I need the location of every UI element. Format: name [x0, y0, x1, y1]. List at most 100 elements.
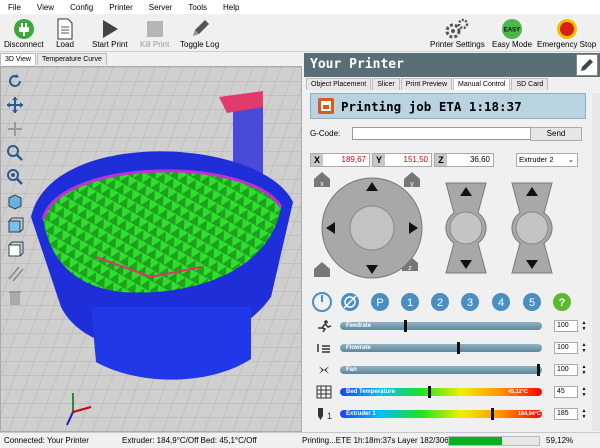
- progress-percent: 59,12%: [546, 436, 574, 445]
- view-tabs: 3D View Temperature Curve: [0, 53, 302, 65]
- printer-settings-button[interactable]: Printer Settings: [430, 18, 485, 49]
- 3d-scene: [1, 67, 301, 431]
- feedrate-value[interactable]: 100: [554, 320, 578, 332]
- home-xyz-icon[interactable]: [314, 262, 330, 277]
- bed-temp-spinner[interactable]: ▲ ▼: [580, 386, 588, 398]
- trash-icon[interactable]: [5, 287, 25, 307]
- macro-3-button[interactable]: 3: [461, 293, 479, 311]
- flowrate-value[interactable]: 100: [554, 342, 578, 354]
- menu-view[interactable]: View: [37, 3, 54, 12]
- tab-manual-control[interactable]: Manual Control: [453, 78, 511, 90]
- zoom-fit-icon[interactable]: [5, 167, 25, 187]
- menu-config[interactable]: Config: [70, 3, 93, 12]
- macro-5-label: 5: [529, 297, 535, 309]
- z-jog-pad[interactable]: [445, 182, 487, 274]
- svg-text:?: ?: [559, 297, 566, 309]
- help-icon[interactable]: ?: [553, 293, 571, 311]
- flowrate-knob[interactable]: [457, 342, 461, 354]
- macro-2-button[interactable]: 2: [431, 293, 449, 311]
- feedrate-label: Feedrate: [346, 323, 372, 329]
- gcode-input[interactable]: [352, 127, 539, 140]
- extruder-select[interactable]: Extruder 2 ⌄: [516, 153, 578, 167]
- menu-file[interactable]: File: [8, 3, 21, 12]
- tab-3d-view[interactable]: 3D View: [0, 53, 36, 65]
- disconnect-button[interactable]: Disconnect: [4, 18, 44, 49]
- move-icon[interactable]: [5, 95, 25, 115]
- start-print-button[interactable]: Start Print: [92, 18, 128, 49]
- easy-badge-text: EASY: [504, 28, 520, 34]
- macro-2-label: 2: [437, 297, 443, 309]
- move-object-icon[interactable]: [5, 119, 25, 139]
- extruder-nozzle-icon: 1: [318, 408, 332, 421]
- disconnect-label: Disconnect: [4, 40, 44, 49]
- load-button[interactable]: Load: [56, 18, 74, 49]
- extruder-temp-knob[interactable]: [491, 408, 495, 420]
- printer-panel: Your Printer Object Placement Slicer Pri…: [304, 53, 600, 432]
- toggle-log-button[interactable]: Toggle Log: [180, 18, 219, 49]
- tab-print-preview[interactable]: Print Preview: [400, 78, 452, 90]
- view-iso-icon[interactable]: [5, 191, 25, 211]
- flowrate-row: Flowrate 100 ▲ ▼: [308, 341, 592, 355]
- macro-4-button[interactable]: 4: [492, 293, 510, 311]
- z-coordinate: Z 36,60: [434, 153, 494, 167]
- macro-1-label: 1: [407, 297, 413, 309]
- coordinates: X 189,67 Y 151,50 Z 36,60: [310, 153, 494, 167]
- x-coordinate: X 189,67: [310, 153, 370, 167]
- view-front-icon[interactable]: [5, 215, 25, 235]
- kill-print-button[interactable]: Kill Print: [140, 18, 169, 49]
- status-bar: Connected: Your Printer Extruder: 184,9°…: [0, 432, 600, 448]
- emergency-stop-button[interactable]: Emergency Stop: [537, 18, 596, 49]
- tab-sd-card[interactable]: SD Card: [511, 78, 549, 90]
- extruder-temp-spinner[interactable]: ▲ ▼: [580, 408, 588, 420]
- edit-pencil-button[interactable]: [576, 54, 598, 76]
- flowrate-spinner[interactable]: ▲ ▼: [580, 342, 588, 354]
- macro-4-label: 4: [498, 297, 504, 309]
- macro-1-button[interactable]: 1: [401, 293, 419, 311]
- extruder-temp-current: 184,94°C: [518, 411, 541, 417]
- menu-help[interactable]: Help: [223, 3, 239, 12]
- tab-temperature-curve[interactable]: Temperature Curve: [36, 53, 107, 65]
- power-toggle-icon[interactable]: [312, 292, 332, 312]
- feedrate-spinner[interactable]: ▲ ▼: [580, 320, 588, 332]
- rotate-icon[interactable]: [5, 71, 25, 91]
- tab-slicer[interactable]: Slicer: [372, 78, 400, 90]
- fan-knob[interactable]: [537, 364, 540, 376]
- kill-print-label: Kill Print: [140, 40, 170, 49]
- fan-spinner[interactable]: ▲ ▼: [580, 364, 588, 376]
- menu-server[interactable]: Server: [149, 3, 173, 12]
- tab-object-placement[interactable]: Object Placement: [306, 78, 372, 90]
- bed-temp-target[interactable]: 45: [554, 386, 578, 398]
- home-y-icon[interactable]: y: [404, 172, 420, 188]
- no-motors-icon[interactable]: [341, 293, 359, 311]
- zoom-icon[interactable]: [5, 143, 25, 163]
- emergency-stop-label: Emergency Stop: [537, 40, 597, 49]
- fan-value[interactable]: 100: [554, 364, 578, 376]
- menu-bar: File View Config Printer Server Tools He…: [0, 0, 600, 14]
- extruder-temp-target[interactable]: 185: [554, 408, 578, 420]
- send-button[interactable]: Send: [530, 127, 582, 141]
- bed-temp-knob[interactable]: [427, 386, 431, 398]
- extruder-temp-row: 1 Extruder 1 184,94°C 185 ▲ ▼: [308, 407, 592, 421]
- view-top-icon[interactable]: [5, 239, 25, 259]
- macro-5-button[interactable]: 5: [523, 293, 541, 311]
- parallel-view-icon[interactable]: [5, 263, 25, 283]
- y-value: 151,50: [403, 155, 428, 164]
- toolbar: Disconnect Load Start Print Kill Print T…: [0, 14, 600, 52]
- feedrate-knob[interactable]: [403, 320, 407, 332]
- view-toolbar: [5, 71, 27, 307]
- xy-jog-pad[interactable]: [321, 177, 423, 279]
- extruder-jog-pad[interactable]: [511, 182, 553, 274]
- panel-scrollbar[interactable]: [592, 93, 600, 431]
- job-status-banner: Printing job ETA 1:18:37: [310, 93, 586, 119]
- 3d-viewport[interactable]: [0, 66, 302, 432]
- fan-icon: [319, 366, 329, 374]
- bed-temp-label: Bed Temperature: [346, 389, 395, 395]
- menu-printer[interactable]: Printer: [109, 3, 133, 12]
- home-all-icon[interactable]: x: [314, 172, 330, 188]
- fan-slider[interactable]: [340, 364, 542, 376]
- easy-mode-button[interactable]: EASY Easy Mode: [492, 18, 532, 49]
- macro-p-button[interactable]: P: [371, 293, 389, 311]
- menu-tools[interactable]: Tools: [188, 3, 207, 12]
- z-label: Z: [435, 154, 447, 166]
- heated-bed-icon: [316, 385, 332, 399]
